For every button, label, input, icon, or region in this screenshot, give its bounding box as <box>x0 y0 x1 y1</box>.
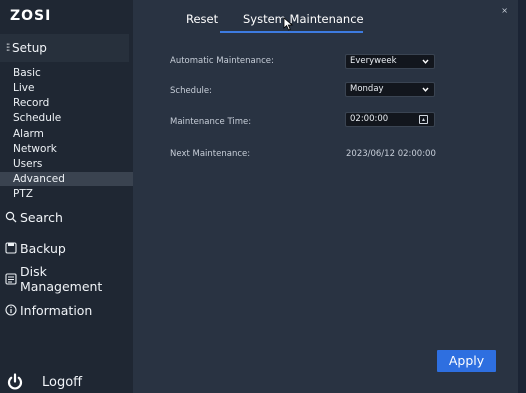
disk-icon <box>5 273 17 285</box>
right-edge-strip <box>518 0 526 393</box>
sliders-icon: ⫶⫶ <box>6 42 10 54</box>
close-icon[interactable]: × <box>501 6 508 15</box>
schedule-value: Monday <box>350 84 384 94</box>
apply-button[interactable]: Apply <box>437 350 496 372</box>
tab-system-maintenance[interactable]: System Maintenance <box>243 12 364 26</box>
next-maintenance-value: 2023/06/12 02:00:00 <box>346 149 436 159</box>
power-icon <box>7 373 23 390</box>
backup-icon <box>5 242 17 254</box>
zosi-logo: ZOSI <box>10 8 51 22</box>
logoff-button[interactable]: Logoff <box>6 370 82 393</box>
chevron-down-icon <box>422 59 429 64</box>
next-maintenance-label: Next Maintenance: <box>170 149 251 159</box>
main-panel: Reset System Maintenance × Automatic Mai… <box>133 0 518 393</box>
sidebar: ZOSI ⫶⫶ Setup Basic Live Record Schedule… <box>0 0 133 393</box>
sidebar-item-alarm[interactable]: Alarm <box>13 127 44 141</box>
maintenance-time-input[interactable]: 02:00:00 ▴ <box>345 112 435 127</box>
tab-bar: Reset System Maintenance × <box>133 0 518 34</box>
search-icon <box>5 211 17 223</box>
mouse-cursor-icon <box>283 17 294 31</box>
nav-search-label: Search <box>20 209 63 225</box>
maintenance-time-label: Maintenance Time: <box>170 117 252 127</box>
nav-backup-label: Backup <box>20 240 66 256</box>
sidebar-item-ptz[interactable]: PTZ <box>13 187 33 201</box>
sidebar-item-schedule[interactable]: Schedule <box>13 111 61 125</box>
sidebar-item-advanced[interactable]: Advanced <box>0 172 133 186</box>
automatic-maintenance-label: Automatic Maintenance: <box>170 56 274 66</box>
nav-disk-management[interactable]: Disk Management <box>5 264 133 294</box>
sidebar-item-live[interactable]: Live <box>13 81 34 95</box>
schedule-label: Schedule: <box>170 86 212 96</box>
info-icon <box>5 304 17 316</box>
nav-search[interactable]: Search <box>5 209 63 225</box>
setup-label: Setup <box>12 41 47 55</box>
setup-menu-header[interactable]: ⫶⫶ Setup <box>0 34 129 62</box>
maintenance-time-value: 02:00:00 <box>350 114 389 124</box>
automatic-maintenance-select[interactable]: Everyweek <box>345 54 435 69</box>
nav-information-label: Information <box>20 302 93 318</box>
sidebar-item-record[interactable]: Record <box>13 96 49 110</box>
schedule-select[interactable]: Monday <box>345 82 435 97</box>
svg-text:ZOSI: ZOSI <box>10 8 51 22</box>
automatic-maintenance-value: Everyweek <box>350 56 397 66</box>
nav-backup[interactable]: Backup <box>5 240 66 256</box>
logoff-label: Logoff <box>42 374 83 390</box>
sidebar-item-network[interactable]: Network <box>13 142 57 156</box>
nav-disk-management-label: Disk Management <box>19 264 103 294</box>
time-picker-icon[interactable]: ▴ <box>419 115 428 124</box>
sidebar-item-basic[interactable]: Basic <box>13 66 41 80</box>
nav-information[interactable]: Information <box>5 302 92 318</box>
chevron-down-icon <box>422 87 429 92</box>
tab-reset[interactable]: Reset <box>186 12 218 26</box>
active-tab-indicator <box>220 31 363 33</box>
sidebar-item-users[interactable]: Users <box>13 157 42 171</box>
